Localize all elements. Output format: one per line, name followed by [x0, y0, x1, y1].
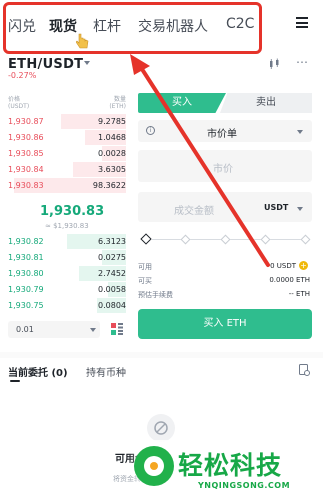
empty-wallet-icon [154, 421, 168, 435]
available-label: 可用 [138, 263, 152, 271]
quantity-column-header: 数量 (ETH) [109, 96, 126, 110]
candlestick-chart-icon[interactable] [268, 58, 282, 70]
ask-row[interactable]: 1,930.85 0.0028 [8, 146, 126, 161]
amount-unit-select[interactable]: USDT [264, 203, 288, 212]
ask-row[interactable]: 1,930.87 9.2785 [8, 114, 126, 129]
ask-row[interactable]: 1,930.86 1.0468 [8, 130, 126, 145]
ask-row[interactable]: 1,930.83 98.3622 [8, 178, 126, 193]
buy-eth-button[interactable]: 买入 ETH [138, 309, 312, 339]
bid-row[interactable]: 1,930.82 6.3123 [8, 234, 126, 249]
chevron-down-icon [90, 328, 96, 332]
chevron-down-icon [297, 130, 303, 134]
chevron-down-icon [297, 207, 303, 211]
bid-row[interactable]: 1,930.75 0.0804 [8, 298, 126, 313]
active-tab-indicator [10, 380, 20, 382]
section-divider [0, 352, 323, 358]
more-icon[interactable]: ⋯ [296, 55, 308, 69]
price-change: -0.27% [8, 71, 37, 80]
buyable-label: 可买 [138, 277, 152, 285]
depth-precision-value: 0.01 [16, 325, 34, 334]
bid-row[interactable]: 1,930.79 0.0058 [8, 282, 126, 297]
info-icon[interactable]: i [146, 126, 155, 135]
bid-row[interactable]: 1,930.80 2.7452 [8, 266, 126, 281]
tab-open-orders[interactable]: 当前委托 (0) [8, 364, 68, 379]
price-placeholder: 市价 [213, 164, 233, 175]
depth-precision-select[interactable]: 0.01 [8, 321, 100, 338]
tab-holdings[interactable]: 持有币种 [86, 364, 126, 379]
slider-step-100[interactable] [300, 234, 311, 245]
watermark-subtitle: YNQINGSONG.COM [198, 481, 291, 490]
fee-value: -- ETH [288, 290, 310, 298]
amount-placeholder: 成交金额 [174, 206, 214, 217]
price-column-header: 价格 (USDT) [8, 96, 30, 110]
highlight-box [3, 2, 262, 54]
order-history-icon[interactable] [299, 364, 310, 376]
menu-icon[interactable] [296, 17, 308, 28]
slider-step-75[interactable] [260, 234, 271, 245]
market-pair[interactable]: ETH/USDT [8, 57, 83, 72]
sell-tab[interactable]: 卖出 [220, 93, 312, 113]
fee-label: 预估手续费 [138, 291, 173, 299]
pair-dropdown-icon[interactable] [84, 61, 90, 65]
watermark-title: 轻松科技 [178, 451, 283, 480]
orderbook-view-icon[interactable] [111, 323, 123, 335]
slider-step-50[interactable] [220, 234, 231, 245]
last-price: 1,930.83 [40, 204, 105, 219]
last-price-fiat: ≈ $1,930.83 [45, 222, 89, 230]
buy-tab[interactable]: 买入 [138, 93, 226, 113]
bid-row[interactable]: 1,930.81 0.0275 [8, 250, 126, 265]
slider-step-25[interactable] [180, 234, 191, 245]
add-funds-icon[interactable]: + [299, 261, 308, 270]
buyable-value: 0.0000 ETH [269, 276, 310, 284]
cursor-hand-icon [76, 33, 89, 49]
available-value: 0 USDT [270, 262, 296, 270]
amount-slider-track[interactable] [152, 239, 310, 240]
watermark-logo-dot [150, 462, 158, 470]
ask-row[interactable]: 1,930.84 3.6305 [8, 162, 126, 177]
order-type-value: 市价单 [207, 129, 237, 140]
slider-handle[interactable] [140, 233, 152, 245]
